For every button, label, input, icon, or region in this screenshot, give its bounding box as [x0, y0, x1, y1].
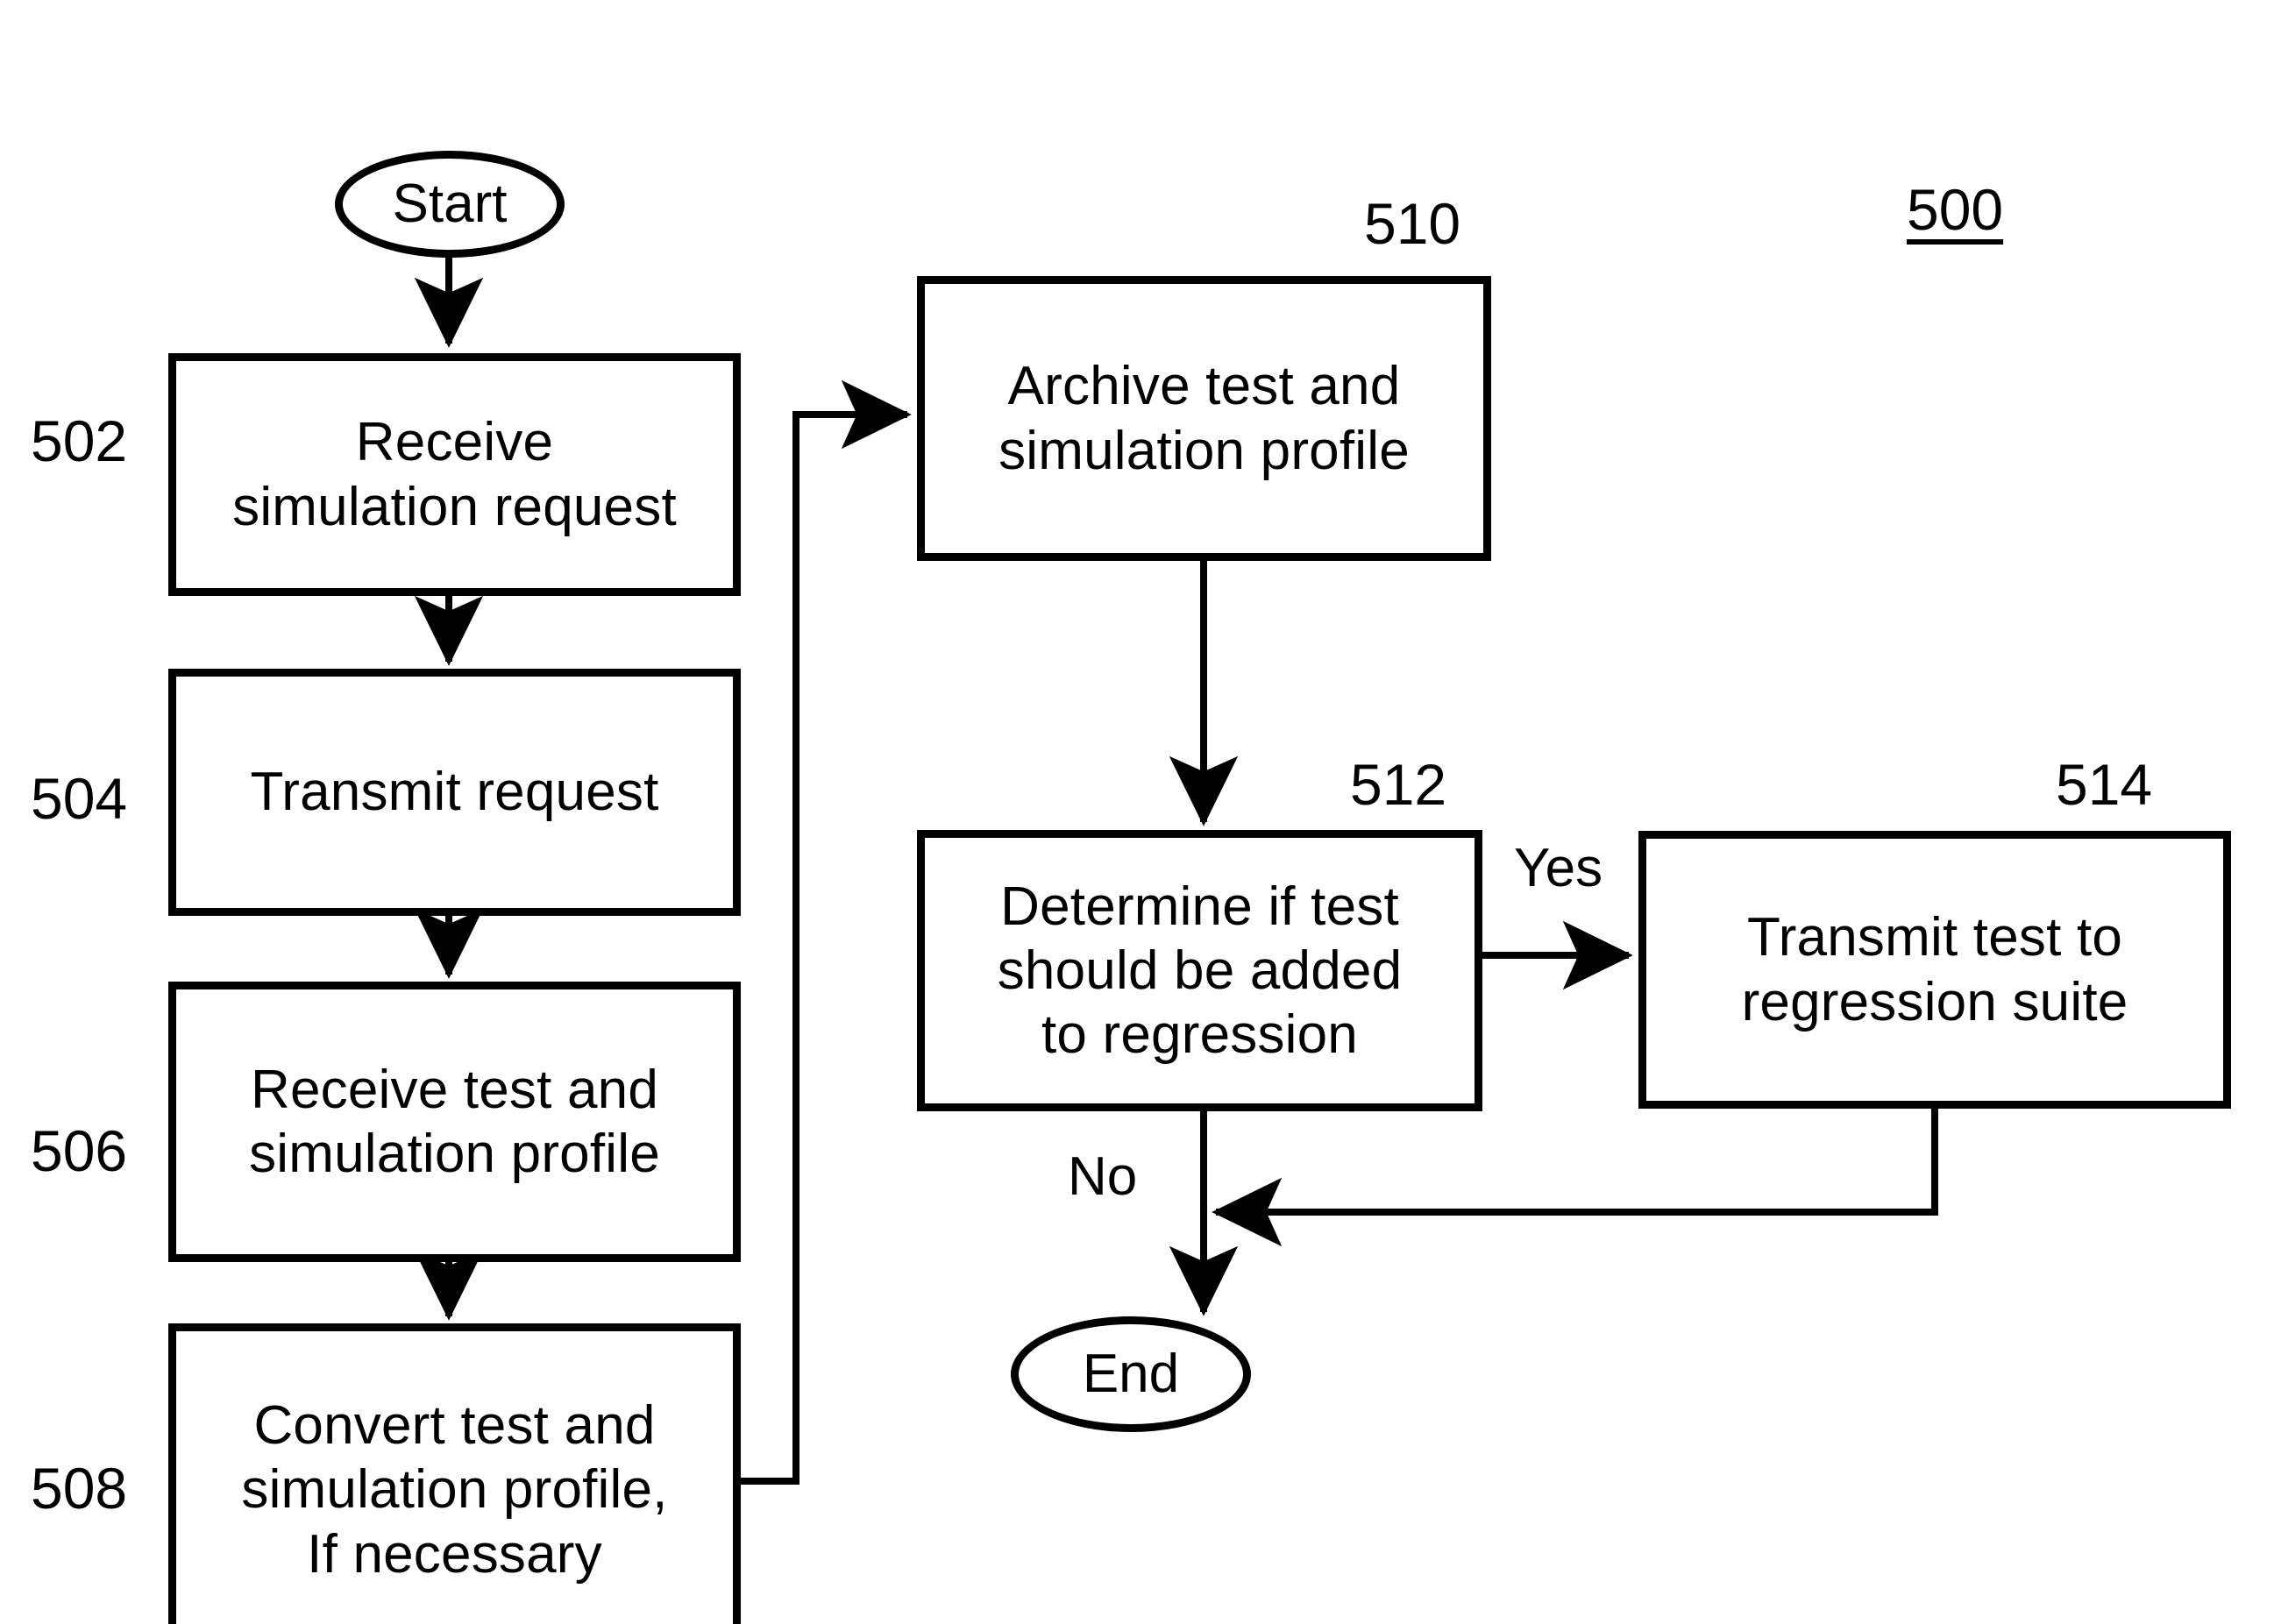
node-510-label: Archive test and simulation profile: [998, 356, 1410, 481]
node-508-label: Convert test and simulation profile, If …: [241, 1395, 668, 1585]
edge-508-to-510: [741, 379, 912, 1485]
ref-label-512: 512: [1350, 752, 1447, 817]
ref-label-504: 504: [31, 766, 128, 831]
node-506-label: Receive test and simulation profile: [249, 1059, 660, 1184]
node-start-label: Start: [392, 174, 508, 235]
node-504-label: Transmit request: [250, 762, 659, 823]
node-504-transmit-request[interactable]: Transmit request: [168, 669, 741, 916]
node-506-receive-test-and-simulation-profile[interactable]: Receive test and simulation profile: [168, 982, 741, 1262]
node-508-convert-test-and-simulation-profile[interactable]: Convert test and simulation profile, If …: [168, 1323, 741, 1624]
node-512-determine-if-test-should-be-added-to-regression[interactable]: Determine if test should be added to reg…: [917, 830, 1482, 1111]
flowchart-figure: Start 502 Receive simulation request 504…: [0, 0, 2274, 1624]
node-510-archive-test-and-simulation-profile[interactable]: Archive test and simulation profile: [917, 276, 1491, 561]
node-502-receive-simulation-request[interactable]: Receive simulation request: [168, 353, 741, 596]
ref-label-506: 506: [31, 1118, 128, 1183]
node-502-label: Receive simulation request: [232, 412, 677, 537]
edge-label-yes: Yes: [1514, 838, 1603, 898]
node-end-label: End: [1082, 1344, 1180, 1405]
ref-label-510: 510: [1364, 191, 1461, 256]
node-start[interactable]: Start: [335, 151, 565, 258]
node-514-transmit-test-to-regression-suite[interactable]: Transmit test to regression suite: [1638, 831, 2231, 1109]
edge-514-to-end: [1212, 1109, 1938, 1247]
node-end[interactable]: End: [1011, 1316, 1251, 1432]
ref-label-502: 502: [31, 408, 128, 473]
node-514-label: Transmit test to regression suite: [1741, 907, 2128, 1032]
ref-label-514: 514: [2056, 752, 2153, 817]
ref-label-508: 508: [31, 1456, 128, 1521]
edge-label-no: No: [1068, 1146, 1138, 1207]
figure-number-500: 500: [1907, 177, 2004, 242]
node-512-label: Determine if test should be added to reg…: [997, 876, 1403, 1066]
